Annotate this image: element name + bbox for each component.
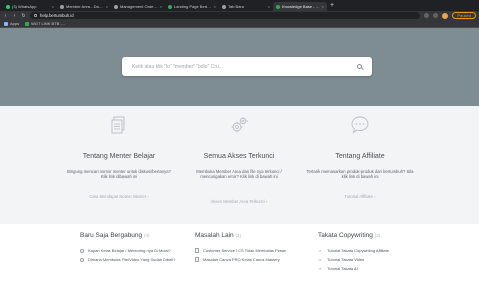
apps-grid-icon	[4, 21, 8, 26]
list-item-text: Tutorial Takata Copywriting Affiliate	[327, 248, 389, 253]
close-icon[interactable]: ×	[106, 4, 108, 9]
tab-label: Management Order - Dbu	[120, 4, 158, 9]
leaf-icon	[276, 4, 280, 9]
feature-description: Tertarik memasarkan produk-produk dari b…	[306, 169, 414, 180]
list-heading-text: Baru Saja Bergabung	[80, 232, 143, 239]
feature-link-affiliate[interactable]: Tutorial Affiliate ›	[295, 194, 425, 199]
browser-tab-management-order[interactable]: Management Order - Dbu ×	[111, 2, 165, 11]
browser-tab-whatsapp[interactable]: (3) WhatsApp ×	[3, 2, 57, 11]
list-item[interactable]: ⇒ Tutorial Takata Video	[318, 257, 438, 262]
list-item[interactable]: Customer Service / CS Tidak Membalas Pes…	[195, 248, 305, 253]
list-item[interactable]: ⇒ Tutorial Takata Copywriting Affiliate	[318, 248, 438, 253]
feature-section: Tentang Menter Belajar Bingung mencari n…	[0, 106, 479, 224]
bookmark-label: Apps	[10, 21, 20, 26]
bookmark-label: WGT LINK BTB -...	[31, 21, 66, 26]
browser-tab-member-area[interactable]: Member Area - Dashboard ×	[57, 2, 111, 11]
chat-bubble-icon	[351, 116, 369, 134]
feature-link-akses[interactable]: Akses Member Area Terkunci ›	[174, 199, 304, 204]
list-item-text: Kapan Kelas Belajar / Mentoring nya Di M…	[88, 248, 171, 253]
document-icon	[195, 248, 199, 253]
list-count: (3)	[374, 233, 381, 238]
reload-icon[interactable]: ↻	[21, 13, 26, 19]
close-icon[interactable]: ×	[214, 4, 216, 9]
new-tab-button[interactable]: +	[330, 1, 334, 10]
question-circle-icon	[80, 248, 84, 253]
sidebar-icon[interactable]	[433, 13, 439, 18]
search-icon[interactable]	[357, 64, 362, 69]
bookmark-apps[interactable]: Apps	[4, 21, 19, 26]
list-heading[interactable]: Masalah Lain (3)	[195, 232, 305, 239]
list-item[interactable]: Dimana Membuka File/Video Yang Sudah Dib…	[80, 257, 180, 262]
bookmark-icon	[25, 21, 30, 26]
bookmarks-bar: Apps WGT LINK BTB -...	[0, 20, 479, 28]
list-item[interactable]: Masalah Canva PRO Kelas Canva Mastery	[195, 257, 305, 262]
close-icon[interactable]: ×	[268, 4, 270, 9]
list-item-text: Tutorial Takata AI	[327, 266, 358, 271]
tab-label: Knowledge Base - Kami Cs	[282, 4, 320, 9]
list-item-text: Tutorial Takata Video	[327, 257, 365, 262]
arrow-right-icon: ⇒	[318, 257, 322, 262]
list-item-text: Customer Service / CS Tidak Membalas Pes…	[203, 248, 287, 253]
search-box[interactable]: Ketik atau klik "lo" "member" "bdio" Cru…	[122, 57, 372, 76]
feature-description: Bingung mencari nomor menter untuk disku…	[67, 169, 171, 180]
arrow-right-icon: ⇒	[318, 248, 322, 253]
close-icon[interactable]: ×	[52, 4, 54, 9]
list-takata-copywriting: Takata Copywriting (3) ⇒ Tutorial Takata…	[318, 232, 438, 275]
list-item[interactable]: ⇒ Tutorial Takata AI	[318, 266, 438, 271]
bookmark-wgt-link[interactable]: WGT LINK BTB -...	[25, 21, 65, 26]
tab-label: Tab Baru	[228, 4, 245, 9]
back-icon[interactable]: ‹	[3, 13, 8, 19]
search-input[interactable]: Ketik atau klik "lo" "member" "bdio" Cru…	[132, 64, 357, 70]
document-icon	[111, 116, 125, 134]
tab-label: Landing Page Bertumbuh	[174, 4, 212, 9]
forward-icon[interactable]: ›	[12, 13, 17, 19]
browser-tab-bar: (3) WhatsApp × Member Area - Dashboard ×…	[0, 0, 479, 11]
feature-link-menter[interactable]: Cara Mendapat Nomer Menter ›	[54, 194, 184, 199]
globe-icon	[114, 4, 118, 9]
tab-label: (3) WhatsApp	[12, 4, 37, 9]
list-item[interactable]: Kapan Kelas Belajar / Mentoring nya Di M…	[80, 248, 180, 253]
browser-tab-landing-page[interactable]: Landing Page Bertumbuh ×	[165, 2, 219, 11]
chrome-icon	[222, 4, 226, 9]
list-heading[interactable]: Takata Copywriting (3)	[318, 232, 438, 239]
browser-tab-new-tab[interactable]: Tab Baru ×	[219, 2, 273, 11]
hero-section: Ketik atau klik "lo" "member" "bdio" Cru…	[0, 28, 479, 106]
extensions-icon[interactable]	[424, 13, 430, 18]
list-count: (4)	[143, 233, 150, 238]
list-masalah-lain: Masalah Lain (3) Customer Service / CS T…	[195, 232, 305, 266]
list-heading[interactable]: Baru Saja Bergabung (4)	[80, 232, 180, 239]
list-count: (3)	[235, 233, 241, 238]
lock-icon	[34, 14, 37, 17]
paused-button[interactable]: Paused	[452, 12, 476, 19]
list-heading-text: Takata Copywriting	[318, 232, 373, 239]
feature-description: Membuka Member Area dan file nya terkunc…	[196, 169, 282, 180]
avatar[interactable]	[442, 12, 449, 19]
question-circle-icon	[80, 257, 84, 262]
browser-tab-knowledge-base[interactable]: Knowledge Base - Kami Cs ×	[273, 2, 327, 11]
list-item-text: Masalah Canva PRO Kelas Canva Mastery	[203, 257, 280, 262]
address-bar[interactable]: help.bertumbuh.id	[30, 12, 421, 19]
list-heading-text: Masalah Lain	[195, 232, 234, 239]
close-icon[interactable]: ×	[322, 4, 324, 9]
globe-icon	[60, 4, 64, 9]
feature-title: Tentang Affiliate	[335, 153, 385, 160]
close-icon[interactable]: ×	[160, 4, 162, 9]
feature-title: Semua Akses Terkunci	[203, 153, 275, 160]
arrow-right-icon: ⇒	[318, 266, 322, 271]
list-item-text: Dimana Membuka File/Video Yang Sudah Dib…	[88, 257, 176, 262]
whatsapp-icon	[6, 4, 10, 9]
feature-title: Tentang Menter Belajar	[82, 153, 156, 160]
list-baru-bergabung: Baru Saja Bergabung (4) Kapan Kelas Bela…	[80, 232, 180, 266]
tab-label: Member Area - Dashboard	[66, 4, 104, 9]
document-icon	[195, 257, 199, 262]
gears-icon	[231, 117, 248, 133]
leaf-icon	[168, 4, 172, 9]
url-text: help.bertumbuh.id	[40, 13, 74, 18]
browser-toolbar: ‹ › ↻ help.bertumbuh.id Paused	[0, 11, 479, 20]
